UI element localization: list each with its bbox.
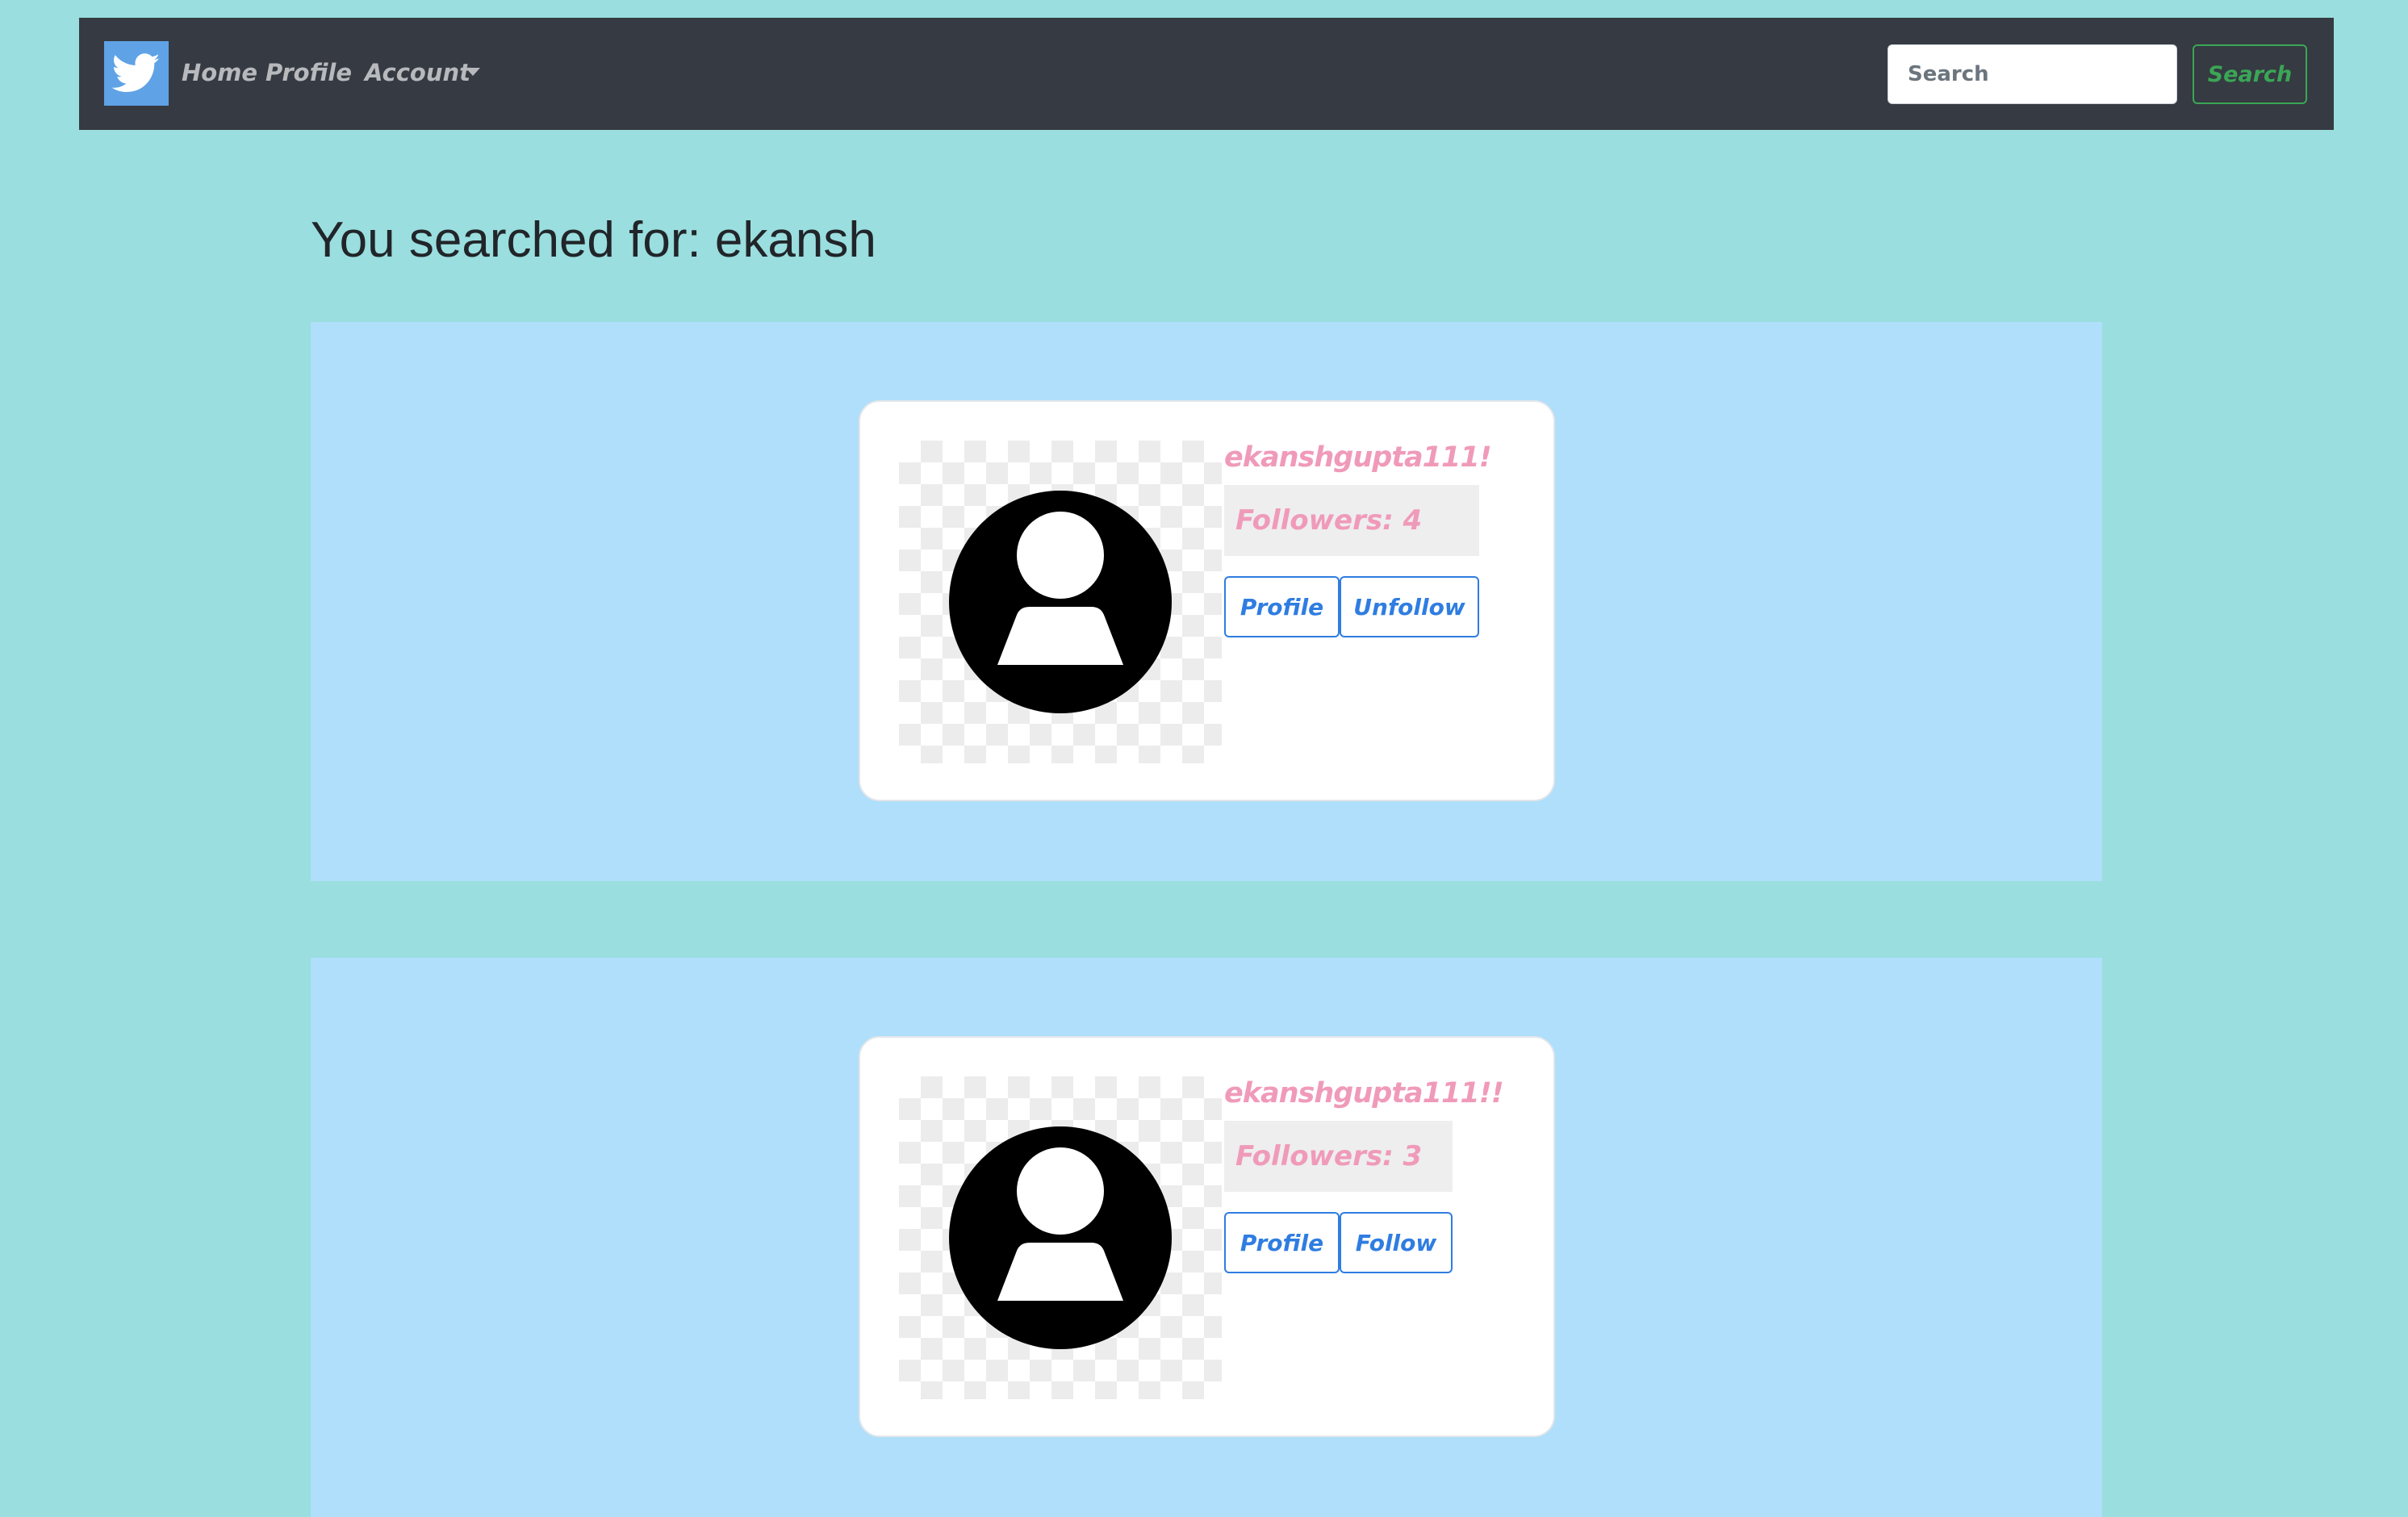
search-result-panel: ekanshgupta111! Followers: 4 Profile Unf… xyxy=(311,322,2102,881)
result-username[interactable]: ekanshgupta111!! xyxy=(1224,1073,1504,1114)
followers-count: Followers: 4 xyxy=(1224,485,1479,556)
avatar xyxy=(899,441,1222,763)
user-card: ekanshgupta111!! Followers: 3 Profile Fo… xyxy=(859,1036,1555,1437)
search-input[interactable] xyxy=(1888,44,2177,104)
default-user-avatar-icon xyxy=(949,491,1172,713)
follow-button[interactable]: Follow xyxy=(1340,1212,1453,1273)
user-card: ekanshgupta111! Followers: 4 Profile Unf… xyxy=(859,400,1555,801)
search-result-panel: ekanshgupta111!! Followers: 3 Profile Fo… xyxy=(311,958,2102,1517)
page-title: You searched for: ekansh xyxy=(311,212,876,268)
caret-down-icon[interactable] xyxy=(466,68,480,76)
brand-logo[interactable] xyxy=(104,41,169,106)
unfollow-button[interactable]: Unfollow xyxy=(1340,576,1479,637)
nav-home-link[interactable]: Home xyxy=(182,54,257,91)
twitter-bird-icon xyxy=(112,53,160,92)
profile-button[interactable]: Profile xyxy=(1224,1212,1340,1273)
followers-count: Followers: 3 xyxy=(1224,1121,1453,1192)
avatar xyxy=(899,1076,1222,1399)
default-user-avatar-icon xyxy=(949,1126,1172,1349)
navbar: Home Profile Account Search xyxy=(79,18,2334,130)
profile-button[interactable]: Profile xyxy=(1224,576,1340,637)
nav-account-dropdown[interactable]: Account xyxy=(365,54,470,91)
result-username[interactable]: ekanshgupta111! xyxy=(1224,437,1492,478)
nav-profile-link[interactable]: Profile xyxy=(265,54,352,91)
search-button[interactable]: Search xyxy=(2193,44,2307,104)
